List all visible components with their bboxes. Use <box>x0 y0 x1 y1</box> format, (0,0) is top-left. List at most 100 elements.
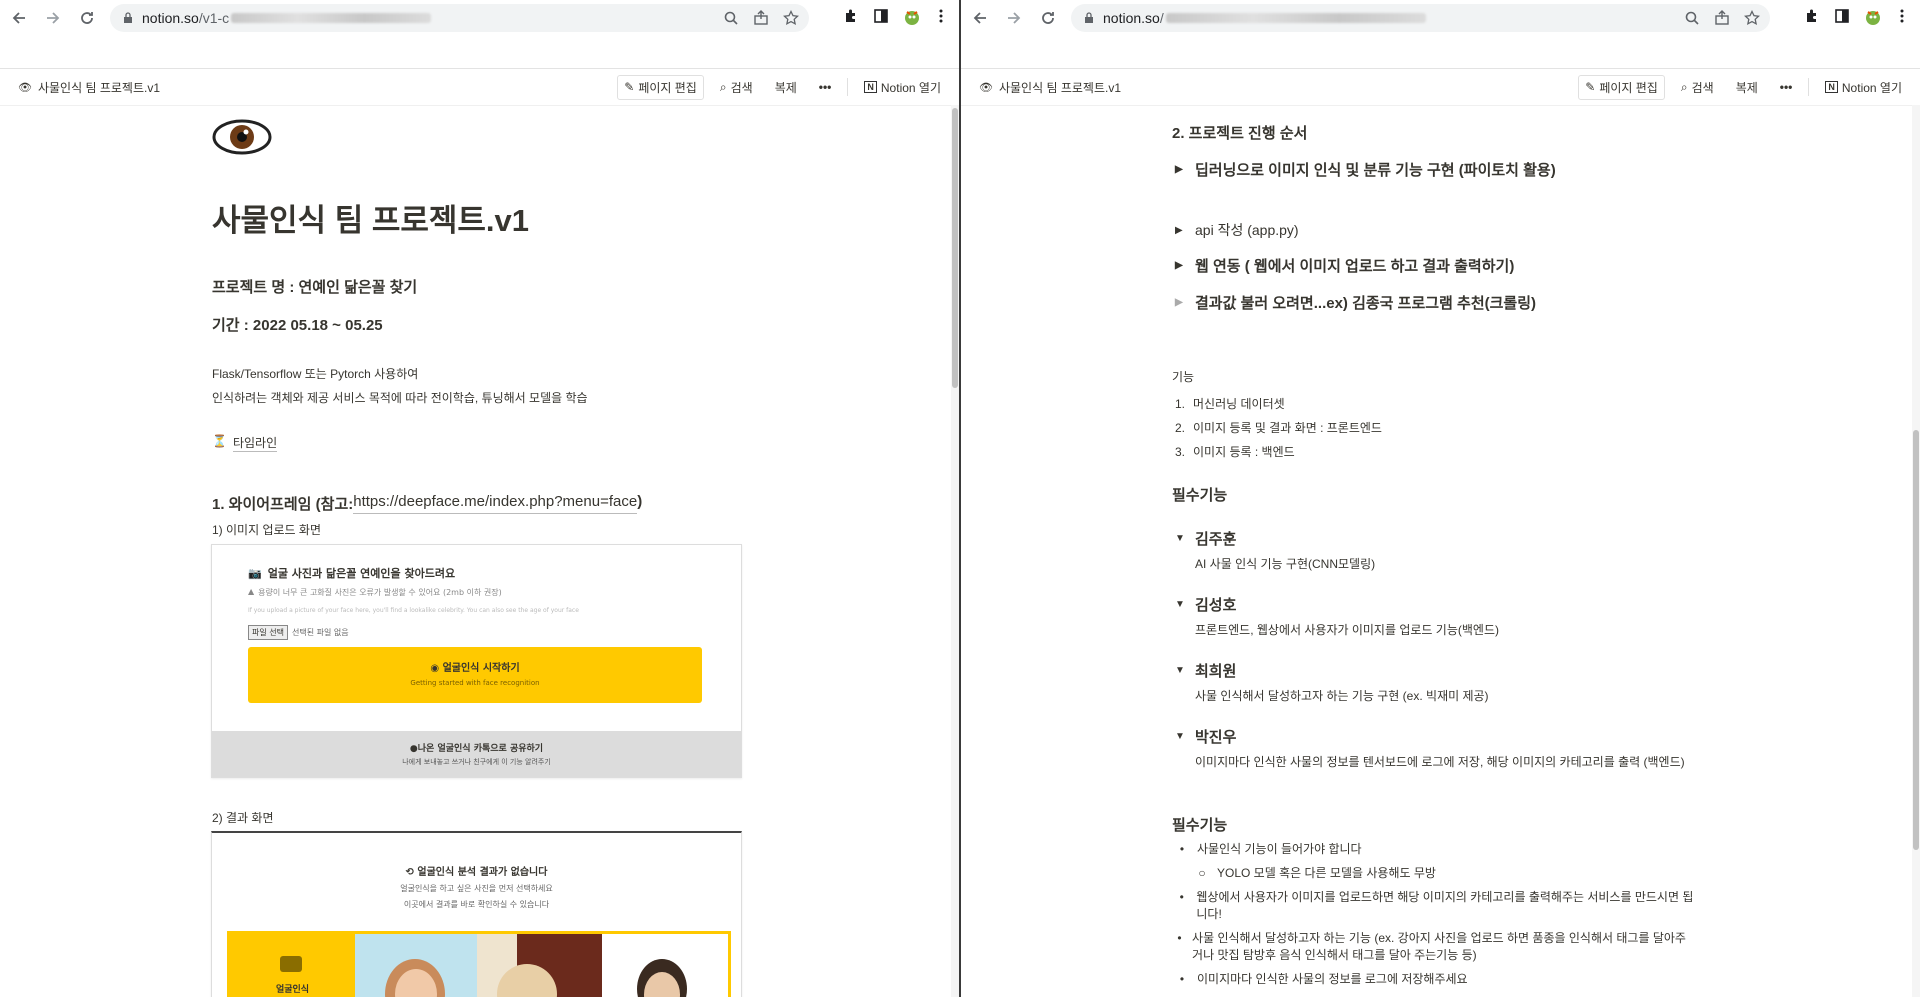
forward-button[interactable] <box>999 3 1029 33</box>
start-recognition-button[interactable]: ◉ 얼굴인식 시작하기 Getting started with face re… <box>248 647 702 703</box>
search-icon: ⌕ <box>719 79 727 94</box>
breadcrumb-title: 사물인식 팀 프로젝트.v1 <box>37 80 161 95</box>
member-toggle[interactable]: ▼ 김성호 프론트엔드, 웹상에서 사용자가 이미지를 업로드 기능(백엔드) <box>1175 594 1705 638</box>
list-item: 3. 이미지 등록 : 백엔드 <box>1175 445 1295 459</box>
scrollbar-thumb[interactable] <box>952 108 958 388</box>
start-sublabel: Getting started with face recognition <box>410 679 540 687</box>
extensions-puzzle-icon[interactable] <box>1804 8 1820 24</box>
hourglass-icon: ⏳ <box>212 434 227 448</box>
triangle-right-icon[interactable]: ▶ <box>1175 225 1187 236</box>
share-kakao-bar[interactable]: ●나온 얼굴인식 카톡으로 공유하기 나에게 보내놓고 쓰거나 친구에게 이 기… <box>212 731 741 777</box>
more-button[interactable]: ••• <box>813 77 838 97</box>
triangle-right-icon[interactable]: ▶ <box>1175 260 1187 271</box>
reload-icon <box>1042 12 1054 24</box>
menu-kebab-icon[interactable] <box>933 8 949 24</box>
url-path: / <box>1159 10 1164 26</box>
member-name: 김성호 <box>1195 597 1237 614</box>
members-list: ▼ 김주훈 AI 사물 인식 기능 구현(CNN모델링) ▼ 김성호 프론트엔드, … <box>1175 528 1705 772</box>
share-icon[interactable] <box>1714 10 1730 26</box>
timeline-link[interactable]: ⏳ 타임라인 <box>212 434 278 452</box>
page-emoji-icon <box>212 114 272 168</box>
member-toggle[interactable]: ▼ 박진우 이미지마다 인식한 사물의 정보를 텐서보드에 로그에 저장, 해당 … <box>1175 726 1705 772</box>
side-panel-icon[interactable] <box>873 8 889 24</box>
features-label: 기능 <box>1172 370 1195 384</box>
bookmark-star-icon[interactable] <box>1744 9 1760 26</box>
duplicate-button[interactable]: 복제 <box>1730 76 1764 99</box>
history-icon: ⟲ <box>405 867 414 878</box>
result-tile-yellow: 얼굴인식 <box>230 934 355 997</box>
triangle-down-icon[interactable]: ▼ <box>1175 731 1187 742</box>
sub-heading-upload: 1) 이미지 업로드 화면 <box>212 523 321 537</box>
forward-button[interactable] <box>38 3 68 33</box>
description-line1: Flask/Tensorflow 또는 Pytorch 사용하여 <box>212 367 419 381</box>
speech-bubble-icon: ● <box>409 744 418 754</box>
toggle-item-2[interactable]: ▶ api 작성 (app.py) <box>1175 220 1299 240</box>
toggle-item-1[interactable]: ▶ 딥러닝으로 이미지 인식 및 분류 기능 구현 (파이토치 활용) <box>1175 159 1556 180</box>
notion-topbar: 👁 사물인식 팀 프로젝트.v1 ✎ 페이지 편집 ⌕ 검색 복제 ••• N … <box>0 69 959 106</box>
share-icon[interactable] <box>753 10 769 26</box>
reload-button[interactable] <box>1033 3 1063 33</box>
pencil-icon: ✎ <box>624 80 635 94</box>
start-label: ◉ 얼굴인식 시작하기 <box>430 663 520 674</box>
scrollbar-thumb[interactable] <box>1913 430 1919 850</box>
trophy-icon <box>280 956 302 972</box>
toggle-label-1: 딥러닝으로 이미지 인식 및 분류 기능 구현 (파이토치 활용) <box>1195 162 1556 179</box>
side-panel-icon[interactable] <box>1834 8 1850 24</box>
bookmark-star-icon[interactable] <box>783 9 799 26</box>
deepface-link[interactable]: https://deepface.me/index.php?menu=face <box>353 493 638 514</box>
extensions-puzzle-icon[interactable] <box>843 8 859 24</box>
open-notion-button[interactable]: N Notion 열기 <box>1819 76 1908 99</box>
back-button[interactable] <box>4 3 34 33</box>
celebrity-photo-1 <box>355 934 477 997</box>
browser-toolbar: notion.so /v1-c <box>0 0 959 36</box>
member-toggle[interactable]: ▼ 최희원 사물 인식해서 달성하고자 하는 기능 구현 (ex. 빅재미 제공) <box>1175 660 1705 704</box>
webcam-icon: ◉ <box>430 663 440 674</box>
page-eye-icon: 👁 <box>18 81 32 94</box>
url-redacted <box>231 13 432 23</box>
file-select-button[interactable]: 파일 선택 <box>248 625 288 640</box>
triangle-down-icon[interactable]: ▼ <box>1175 599 1187 610</box>
address-bar[interactable]: notion.so /v1-c <box>110 4 809 32</box>
more-dots-icon: ••• <box>1779 80 1793 94</box>
open-notion-label: Notion 열기 <box>1841 80 1902 95</box>
profile-avatar-icon[interactable] <box>903 8 919 25</box>
camera-icon: 📷 <box>248 566 262 580</box>
member-name: 김주훈 <box>1195 531 1237 548</box>
triangle-right-icon[interactable]: ▶ <box>1175 297 1187 308</box>
section1-paren: ) <box>637 493 643 510</box>
address-bar[interactable]: notion.so / <box>1071 4 1770 32</box>
url-host: notion.so <box>142 10 199 26</box>
duplicate-label: 복제 <box>1735 80 1758 95</box>
edit-page-button[interactable]: ✎ 페이지 편집 <box>1578 74 1665 100</box>
search-button[interactable]: ⌕ 검색 <box>1675 76 1720 99</box>
upload-warn-text: 용량이 너무 큰 고화질 사진은 오류가 발생할 수 있어요 (2mb 이하 권… <box>258 588 502 597</box>
toggle-item-4[interactable]: ▶ 결과값 불러 오려면...ex) 김종국 프로그램 추천(크롤링) <box>1175 292 1536 313</box>
toggle-label-2: api 작성 (app.py) <box>1195 222 1299 238</box>
breadcrumb[interactable]: 👁 사물인식 팀 프로젝트.v1 <box>979 79 1121 96</box>
file-picker: 파일 선택 선택된 파일 없음 <box>248 625 349 640</box>
triangle-down-icon[interactable]: ▼ <box>1175 533 1187 544</box>
zoom-icon[interactable] <box>1684 10 1700 26</box>
duplicate-button[interactable]: 복제 <box>769 76 803 99</box>
required-heading: 필수기능 <box>1172 487 1228 504</box>
menu-kebab-icon[interactable] <box>1894 8 1910 24</box>
back-button[interactable] <box>965 3 995 33</box>
triangle-down-icon[interactable]: ▼ <box>1175 665 1187 676</box>
zoom-icon[interactable] <box>723 10 739 26</box>
toggle-item-3[interactable]: ▶ 웹 연동 ( 웹에서 이미지 업로드 하고 결과 출력하기) <box>1175 255 1514 276</box>
profile-avatar-icon[interactable] <box>1864 8 1880 25</box>
edit-page-button[interactable]: ✎ 페이지 편집 <box>617 74 704 100</box>
reload-button[interactable] <box>72 3 102 33</box>
breadcrumb[interactable]: 👁 사물인식 팀 프로젝트.v1 <box>18 79 160 96</box>
edit-page-label: 페이지 편집 <box>638 80 697 95</box>
triangle-right-icon[interactable]: ▶ <box>1175 164 1187 175</box>
member-toggle[interactable]: ▼ 김주훈 AI 사물 인식 기능 구현(CNN모델링) <box>1175 528 1705 572</box>
open-notion-button[interactable]: N Notion 열기 <box>858 76 947 99</box>
share-subtitle: 나에게 보내놓고 쓰거나 친구에게 이 기능 알려주기 <box>402 758 551 766</box>
search-button[interactable]: ⌕ 검색 <box>714 76 759 99</box>
search-label: 검색 <box>730 80 753 95</box>
search-label: 검색 <box>1691 80 1714 95</box>
divider <box>847 78 849 96</box>
required-heading-2: 필수기능 <box>1172 817 1228 834</box>
more-button[interactable]: ••• <box>1774 77 1799 97</box>
